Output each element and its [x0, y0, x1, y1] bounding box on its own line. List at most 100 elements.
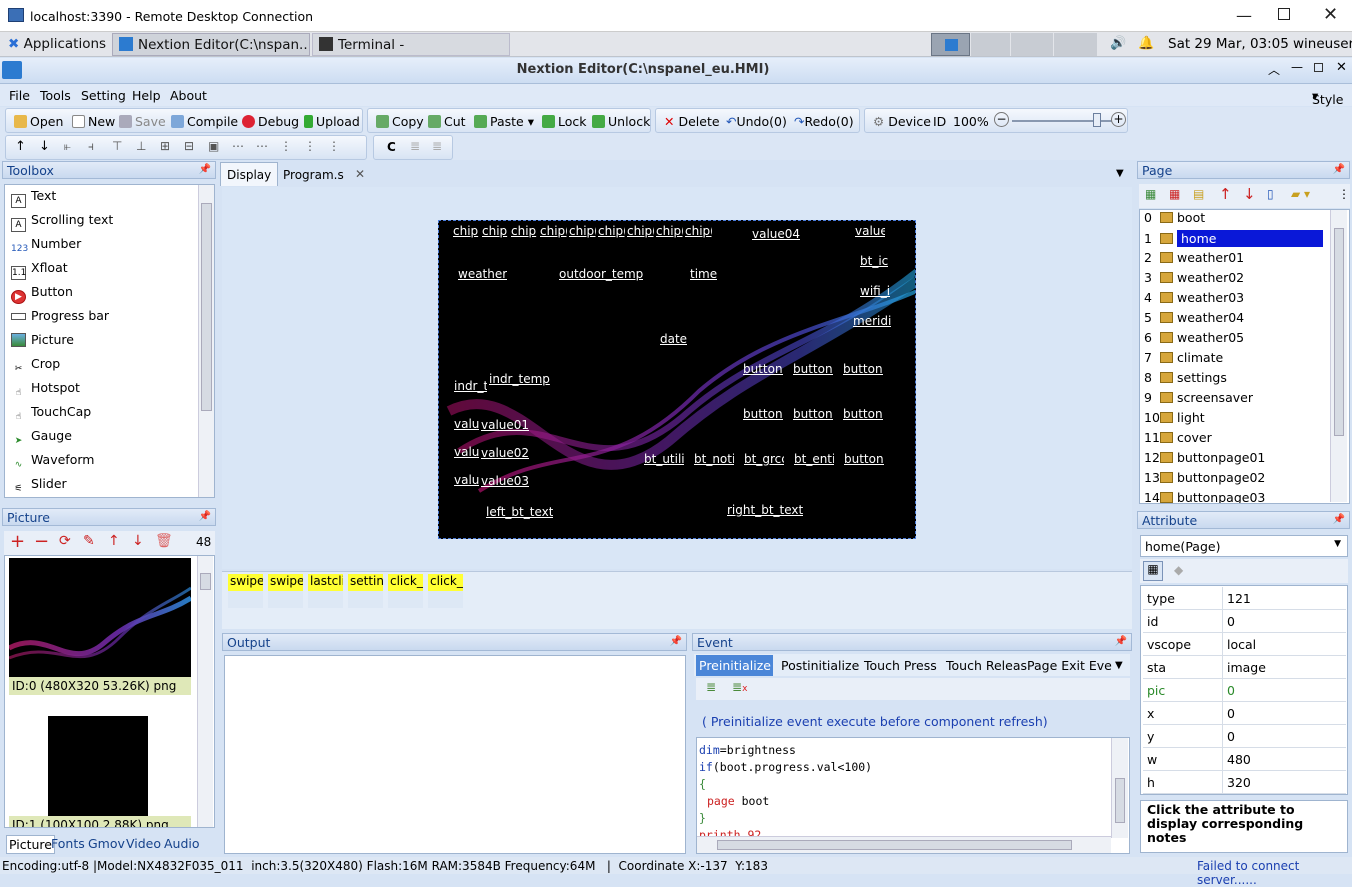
zoom-out-icon[interactable]: − — [994, 112, 1009, 127]
toolbox-item-waveform[interactable]: ∿ Waveform — [11, 452, 95, 472]
variable-lastclick[interactable]: lastcli — [308, 574, 343, 608]
code-hscrollbar[interactable] — [697, 836, 1111, 853]
tab-touch-press[interactable]: Touch Press — [864, 658, 937, 673]
tab-page-exit[interactable]: Page Exit Eve — [1027, 658, 1112, 673]
new-button[interactable]: New — [72, 114, 115, 129]
scroll-thumb[interactable] — [201, 203, 212, 411]
applications-menu[interactable]: ✖ Applications — [2, 33, 110, 56]
bt-utili-label[interactable]: bt_utili — [644, 452, 684, 466]
timer-swipe-2[interactable]: swipe — [268, 574, 303, 608]
open-button[interactable]: Open — [14, 114, 63, 129]
event-code-editor[interactable]: dim=brightness if(boot.progress.val<100)… — [696, 737, 1130, 854]
task-nextion-editor[interactable]: Nextion Editor(C:\nspan... — [112, 33, 310, 56]
indr-temp-label[interactable]: indr_temp — [489, 372, 550, 386]
scroll-thumb[interactable] — [1115, 778, 1125, 823]
value02-label[interactable]: value02 — [481, 446, 529, 460]
date-label[interactable]: date — [660, 332, 687, 346]
toolbox-item-touchcap[interactable]: ☝ TouchCap — [11, 404, 91, 424]
page-list-item[interactable]: 10 light — [1144, 410, 1205, 430]
toolbox-item-xfloat[interactable]: 1.1 Xfloat — [11, 260, 68, 280]
variable-click-1[interactable]: click_ — [388, 574, 423, 608]
move-up-icon[interactable]: ↑ — [108, 533, 120, 549]
page-list-item[interactable]: 12 buttonpage01 — [1144, 450, 1265, 470]
toolbox-item-button[interactable]: ▶ Button — [11, 284, 73, 304]
refresh-icon[interactable]: ⟳ — [59, 533, 71, 549]
toolbox-item-hotspot[interactable]: ☝ Hotspot — [11, 380, 80, 400]
value04-label[interactable]: value04 — [752, 227, 800, 241]
close-icon[interactable]: ✕ — [1336, 60, 1347, 75]
code-vscrollbar[interactable] — [1111, 738, 1128, 838]
pin-icon[interactable]: 📌 — [1115, 636, 1127, 647]
button-r2c[interactable]: button( — [843, 407, 883, 421]
button-r3c[interactable]: button( — [844, 452, 884, 466]
valu-2[interactable]: valu — [454, 445, 479, 459]
same-size-icon[interactable]: ▣ — [208, 139, 219, 153]
tab-touch-release[interactable]: Touch Releas — [946, 658, 1027, 673]
toolbox-item-scrolling-text[interactable]: A Scrolling text — [11, 212, 113, 232]
minimize-icon[interactable]: — — [1236, 6, 1252, 25]
menu-help[interactable]: Help — [132, 88, 161, 103]
align-bottom-icon[interactable]: ⊥ — [136, 139, 146, 153]
move-down-icon[interactable]: ↓ — [39, 139, 50, 154]
align-right-icon[interactable]: ⫞ — [88, 139, 94, 154]
picture-thumb-1[interactable] — [48, 716, 148, 816]
paste-button[interactable]: Paste ▾ — [474, 114, 534, 129]
remove-icon[interactable]: − — [34, 531, 49, 552]
attribute-row-y[interactable]: y0 — [1143, 725, 1346, 748]
move-up-icon[interactable]: ↑ — [1219, 185, 1232, 203]
chip-2[interactable]: chip — [482, 224, 509, 238]
align-center-h-icon[interactable]: ⊞ — [160, 139, 170, 153]
align-top-icon[interactable]: ⊤ — [112, 139, 122, 153]
scroll-thumb[interactable] — [717, 840, 1072, 850]
toolbox-item-picture[interactable]: Picture — [11, 332, 74, 352]
menu-file[interactable]: File — [9, 88, 30, 103]
weather-label[interactable]: weather — [458, 267, 507, 281]
page-list-item[interactable]: 2 weather01 — [1144, 250, 1244, 270]
page-list-item[interactable]: 5 weather04 — [1144, 310, 1244, 330]
menu-about[interactable]: About — [170, 88, 207, 103]
tab-display[interactable]: Display — [220, 162, 279, 186]
pin-icon[interactable]: 📌 — [199, 511, 211, 522]
spacing-v2-icon[interactable]: ⋮ — [304, 139, 316, 153]
id-button[interactable]: ID — [933, 114, 946, 129]
move-up-icon[interactable]: ↑ — [15, 139, 26, 154]
value01-label[interactable]: value01 — [481, 418, 529, 432]
value-top-right[interactable]: value — [855, 224, 885, 238]
chip-7[interactable]: chip( — [627, 224, 654, 238]
close-icon[interactable]: ✕ — [1323, 4, 1338, 25]
attribute-row-pic[interactable]: pic 0 — [1143, 679, 1346, 702]
user-name[interactable]: wineuser — [1293, 36, 1352, 52]
workspace-4[interactable] — [1054, 33, 1097, 56]
uncomment-icon[interactable]: ≣ — [432, 139, 442, 153]
toolbox-item-crop[interactable]: ✂ Crop — [11, 356, 60, 376]
page-toolbar-more-icon[interactable]: ⋮ — [1338, 187, 1350, 201]
tab-close-icon[interactable]: ✕ — [355, 167, 365, 181]
valu-1[interactable]: valu — [454, 417, 479, 431]
attribute-value[interactable]: 0 — [1227, 729, 1235, 744]
bt-noti-label[interactable]: bt_noti — [694, 452, 734, 466]
page-list-item[interactable]: 4 weather03 — [1144, 290, 1244, 310]
move-down-icon[interactable]: ↓ — [1243, 185, 1256, 203]
page-list-item[interactable]: 13 buttonpage02 — [1144, 470, 1265, 490]
import-page-icon[interactable]: ▰ ▾ — [1291, 187, 1310, 201]
attribute-value[interactable]: 0 — [1227, 683, 1235, 698]
meridi-label[interactable]: meridi — [853, 314, 891, 328]
spacing-v3-icon[interactable]: ⋮ — [328, 139, 340, 153]
tab-audio[interactable]: Audio — [164, 836, 200, 851]
compile-button[interactable]: Compile — [171, 114, 238, 129]
attribute-value[interactable]: 480 — [1227, 752, 1251, 767]
attribute-value[interactable]: 320 — [1227, 775, 1251, 790]
property-icon[interactable]: ◆ — [1174, 563, 1183, 577]
tab-fonts[interactable]: Fonts — [51, 836, 85, 851]
delete-button[interactable]: ✕ Delete — [664, 114, 720, 129]
bell-icon[interactable]: 🔔 — [1138, 36, 1154, 51]
attribute-row-vscope[interactable]: vscope local — [1143, 633, 1346, 656]
wifi-i-label[interactable]: wifi_i — [860, 284, 890, 298]
chip-6[interactable]: chip( — [598, 224, 625, 238]
spacing-v-icon[interactable]: ⋮ — [280, 139, 292, 153]
value03-label[interactable]: value03 — [481, 474, 529, 488]
debug-button[interactable]: Debug — [242, 114, 299, 129]
page-scrollbar[interactable] — [1330, 210, 1347, 502]
copy-page-icon[interactable]: ▯ — [1267, 187, 1274, 201]
outdoor-temp-label[interactable]: outdoor_temp — [559, 267, 643, 281]
